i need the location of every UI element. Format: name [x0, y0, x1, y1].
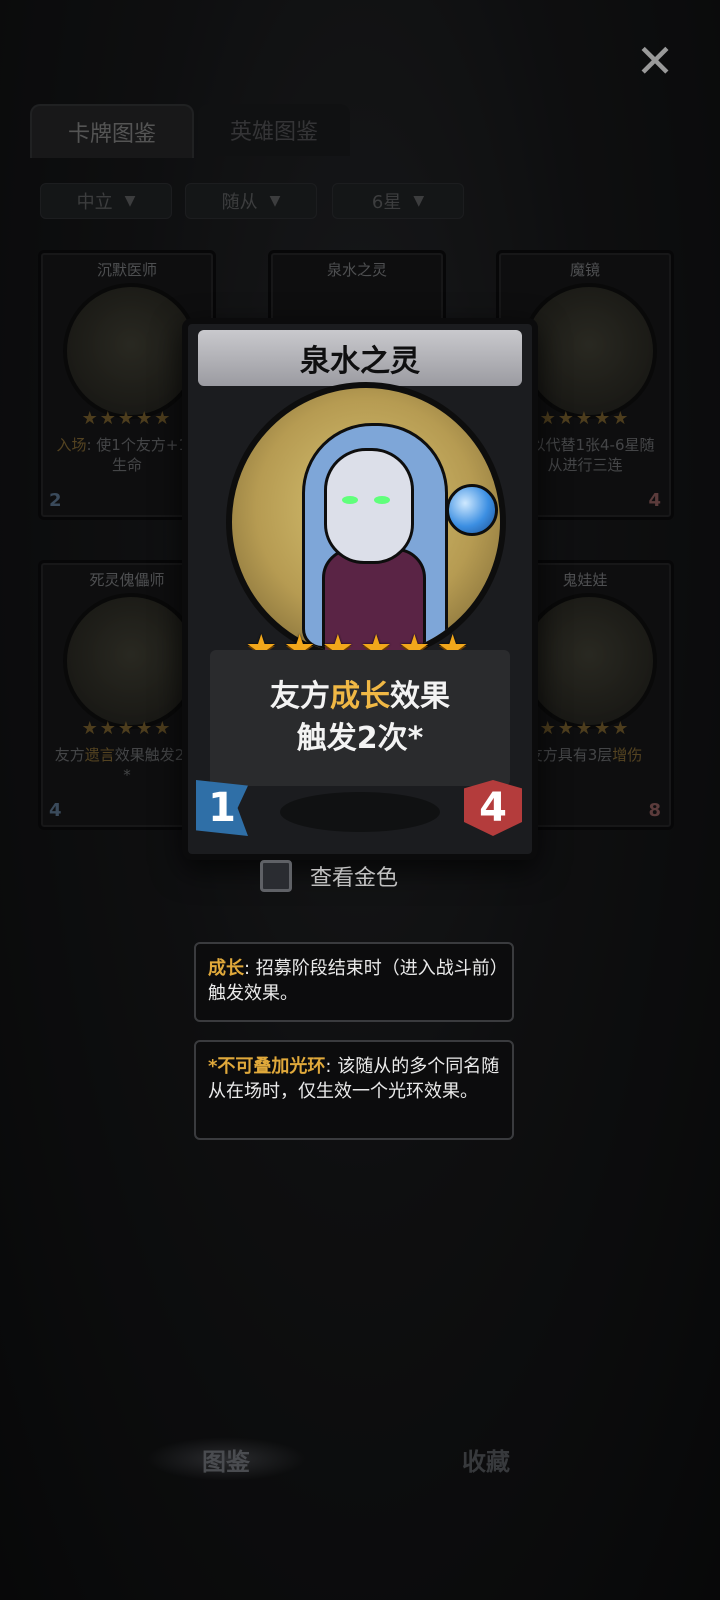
nav-collection[interactable]: 收藏: [406, 1437, 566, 1481]
keyword-info-aura: *不可叠加光环: 该随从的多个同名随从在场时，仅生效一个光环效果。: [194, 1040, 514, 1140]
view-gold-toggle[interactable]: 查看金色: [260, 860, 398, 892]
view-gold-checkbox[interactable]: [260, 860, 292, 892]
card-description: 友方成长效果 触发2次*: [210, 650, 510, 786]
card-description-line-1: 友方成长效果: [270, 679, 450, 714]
featured-card: 泉水之灵 ★★★★★★ 友方成长效果 触发2次* 1 4: [182, 318, 538, 860]
spirit-eye: [342, 496, 358, 504]
card-cost-badge: 1: [196, 780, 248, 836]
keyword-term: 成长: [208, 958, 244, 979]
keyword-description: : 招募阶段结束时（进入战斗前）触发效果。: [208, 958, 499, 1004]
card-description-line-2: 触发2次*: [296, 721, 424, 756]
spirit-face: [324, 448, 414, 564]
card-title-bar: 泉水之灵: [198, 330, 522, 386]
keyword-term: *不可叠加光环: [208, 1056, 326, 1077]
nav-gallery[interactable]: 图鉴: [146, 1437, 306, 1481]
keyword-info-growth: 成长: 招募阶段结束时（进入战斗前）触发效果。: [194, 942, 514, 1022]
card-power-badge: 4: [464, 780, 522, 836]
spirit-eye: [374, 496, 390, 504]
water-orb: [446, 484, 498, 536]
card-base-plate: [280, 792, 440, 832]
close-icon[interactable]: ✕: [632, 38, 678, 84]
card-title: 泉水之灵: [300, 344, 420, 379]
view-gold-label: 查看金色: [310, 866, 399, 891]
card-portrait: [226, 382, 506, 662]
